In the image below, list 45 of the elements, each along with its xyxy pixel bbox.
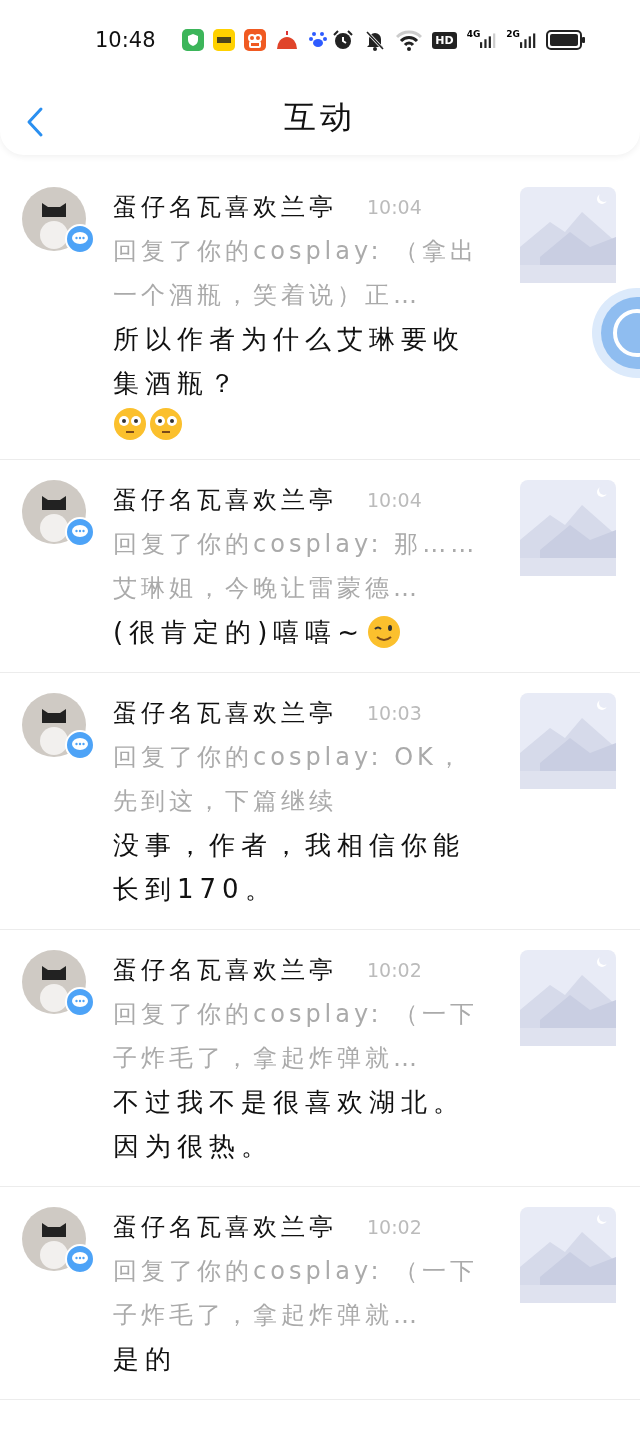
user-name: 蛋仔名瓦喜欢兰亭 [113, 955, 337, 986]
user-name: 蛋仔名瓦喜欢兰亭 [113, 698, 337, 729]
notification-item[interactable]: 蛋仔名瓦喜欢兰亭 10:04 回复了你的cosplay: 那……艾琳姐，今晚让雷蒙德… (很肯定的)嘻嘻~ [0, 460, 640, 673]
comment-badge-icon [65, 730, 95, 760]
alarm-icon [332, 29, 355, 51]
winking-face-icon [367, 615, 402, 649]
dome-app-icon [274, 29, 299, 51]
time-label: 10:04 [367, 489, 422, 511]
notification-item[interactable]: 蛋仔名瓦喜欢兰亭 10:03 回复了你的cosplay: OK，先到这，下篇继续 没事，作者，我相信你能长到170。 [0, 673, 640, 930]
comment-badge-icon [65, 1244, 95, 1274]
comment-text: (很肯定的)嘻嘻~ [113, 616, 366, 649]
quoted-text: 回复了你的cosplay: （一下子炸毛了，拿起炸弹就… [113, 999, 480, 1074]
notification-item[interactable]: 蛋仔名瓦喜欢兰亭 10:02 回复了你的cosplay: （一下子炸毛了，拿起炸弹就… 不过我不是很喜欢湖北。因为很热。 [0, 930, 640, 1187]
comment-text: 没事，作者，我相信你能长到170。 [113, 829, 466, 906]
status-time: 10:48 [95, 28, 156, 52]
time-label: 10:03 [367, 702, 422, 724]
comment-text: 所以作者为什么艾琳要收集酒瓶？ [113, 323, 466, 400]
comment-badge-icon [65, 987, 95, 1017]
video-app-icon [243, 29, 266, 51]
hd-badge: HD [432, 31, 457, 49]
user-name: 蛋仔名瓦喜欢兰亭 [113, 192, 337, 223]
notification-item[interactable]: 蛋仔名瓦喜欢兰亭 10:02 回复了你的cosplay: （一下子炸毛了，拿起炸弹就… 是的 [0, 1187, 640, 1400]
flushed-face-icon [113, 407, 147, 441]
time-label: 10:02 [367, 959, 422, 981]
app-icon [212, 29, 235, 51]
wifi-icon [396, 29, 423, 51]
comment-text: 不过我不是很喜欢湖北。因为很热。 [113, 1086, 466, 1163]
comment-badge-icon [65, 517, 95, 547]
quoted-text: 回复了你的cosplay: 那……艾琳姐，今晚让雷蒙德… [113, 529, 480, 604]
time-label: 10:04 [367, 196, 422, 218]
user-name: 蛋仔名瓦喜欢兰亭 [113, 1212, 337, 1243]
page-title: 互动 [284, 96, 356, 138]
time-label: 10:02 [367, 1216, 422, 1238]
quoted-text: 回复了你的cosplay: （一下子炸毛了，拿起炸弹就… [113, 1256, 480, 1331]
user-name: 蛋仔名瓦喜欢兰亭 [113, 485, 337, 516]
quoted-text: 回复了你的cosplay: OK，先到这，下篇继续 [113, 742, 466, 817]
quoted-text: 回复了你的cosplay: （拿出一个酒瓶，笑着说）正… [113, 236, 480, 311]
mute-bell-icon [364, 29, 387, 51]
back-icon[interactable] [26, 106, 44, 138]
comment-text: 是的 [113, 1343, 177, 1376]
shield-app-icon [181, 29, 204, 51]
battery-icon [546, 30, 586, 50]
floating-action-icon[interactable] [592, 288, 640, 378]
flushed-face-icon [149, 407, 183, 441]
comment-badge-icon [65, 224, 95, 254]
